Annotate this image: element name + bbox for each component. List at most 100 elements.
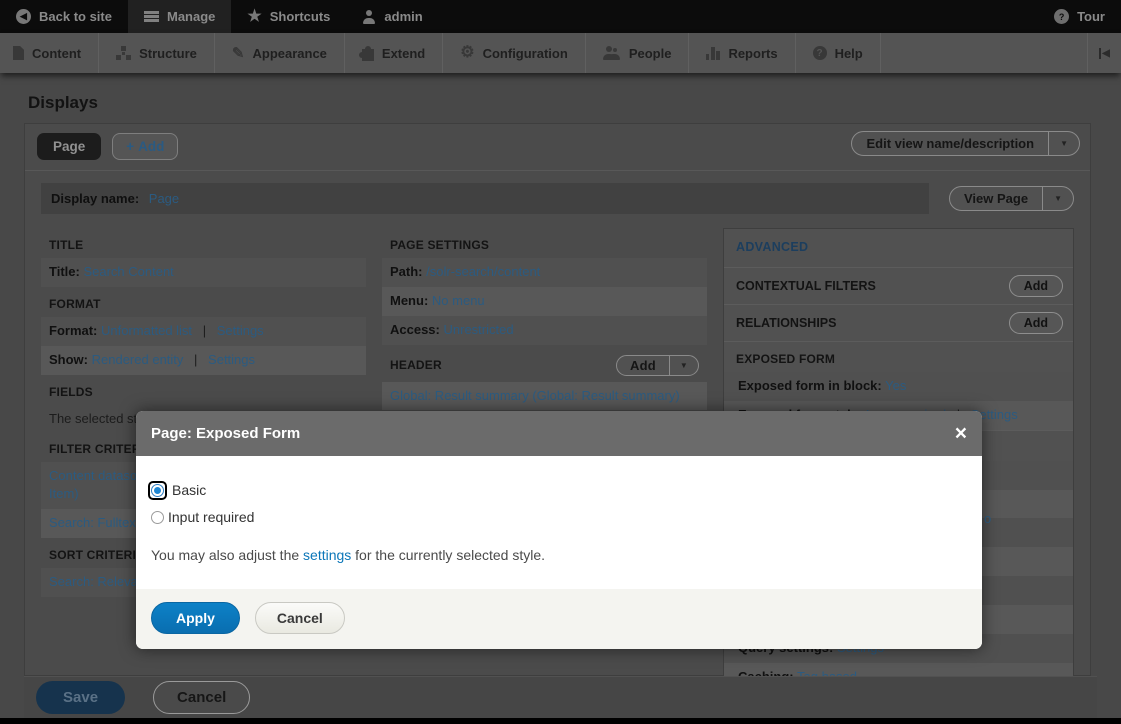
settings-link[interactable]: settings (303, 547, 351, 563)
back-to-site-button[interactable]: ◀ Back to site (0, 0, 128, 33)
show-row: Show: Rendered entity | Settings (41, 346, 366, 375)
menu-item-extend[interactable]: Extend (345, 33, 443, 73)
section-fields: FIELDS (41, 375, 366, 405)
separator: | (187, 352, 204, 367)
access-row: Access: Unrestricted (382, 316, 707, 345)
radio-label-basic[interactable]: Basic (172, 482, 206, 498)
menu-row: Menu: No menu (382, 287, 707, 316)
section-title: TITLE (41, 228, 366, 258)
dialog-note: You may also adjust the settings for the… (151, 547, 967, 563)
display-tabs-row: Page + Add Edit view name/description ▼ (25, 124, 1090, 171)
menu-item-reports[interactable]: Reports (689, 33, 795, 73)
admin-label: admin (384, 9, 422, 24)
tray-spacer (881, 33, 1087, 73)
menu-label: Menu: (390, 293, 428, 308)
advanced-toggle[interactable]: ADVANCED (724, 229, 1073, 267)
title-link[interactable]: Search Content (83, 264, 173, 279)
menu-item-content[interactable]: Content (0, 33, 99, 73)
obscured-link-fragment[interactable]: o (984, 511, 991, 526)
show-label: Show: (49, 352, 88, 367)
sitemap-icon (116, 46, 131, 60)
menu-label-content: Content (32, 46, 81, 61)
dialog-titlebar[interactable]: Page: Exposed Form × (136, 411, 982, 456)
display-name-link[interactable]: Page (149, 191, 179, 206)
format-label: Format: (49, 323, 97, 338)
dialog-title: Page: Exposed Form (151, 425, 300, 442)
section-exposed-form: EXPOSED FORM (724, 341, 1073, 372)
view-page-button[interactable]: View Page ▼ (949, 186, 1074, 211)
menu-item-configuration[interactable]: ⚙ Configuration (443, 33, 586, 73)
separator: | (196, 323, 213, 338)
display-name-row: Display name: Page View Page ▼ (41, 183, 1074, 214)
view-page-label: View Page (950, 187, 1042, 210)
menu-item-structure[interactable]: Structure (99, 33, 215, 73)
exposed-form-block-row: Exposed form in block: Yes (724, 372, 1073, 401)
close-icon[interactable]: × (955, 423, 967, 444)
admin-toolbar: ◀ Back to site Manage ★ Shortcuts admin … (0, 0, 1121, 33)
path-link[interactable]: /solr-search/content (426, 264, 540, 279)
radio-selected-icon[interactable] (151, 484, 164, 497)
global-result-summary-link[interactable]: Global: Result summary (Global: Result s… (390, 388, 680, 403)
format-settings-link[interactable]: Settings (217, 323, 264, 338)
access-label: Access: (390, 322, 440, 337)
title-label: Title: (49, 264, 80, 279)
wrench-icon: ⚙ (460, 45, 474, 61)
relationships-add-button[interactable]: Add (1009, 312, 1063, 334)
header-add-label: Add (617, 356, 669, 375)
radio-unselected-icon[interactable] (151, 511, 164, 524)
paintbrush-icon: ✎ (232, 46, 245, 61)
tour-button[interactable]: ? Tour (1038, 0, 1121, 33)
view-page-dropdown[interactable]: ▼ (1042, 187, 1073, 210)
cancel-button[interactable]: Cancel (153, 681, 250, 714)
show-link[interactable]: Rendered entity (92, 352, 184, 367)
manage-menu-button[interactable]: Manage (128, 0, 231, 33)
add-display-label: Add (138, 139, 164, 154)
people-icon (603, 46, 621, 60)
page-title: Displays (28, 93, 1121, 113)
contextual-filters-add-button[interactable]: Add (1009, 275, 1063, 297)
toolbar-orientation-toggle[interactable]: ◀ (1087, 33, 1121, 73)
chevron-down-icon: ▼ (1060, 139, 1068, 148)
format-link[interactable]: Unformatted list (101, 323, 192, 338)
dialog-cancel-button[interactable]: Cancel (255, 602, 345, 634)
shortcuts-label: Shortcuts (270, 9, 331, 24)
show-settings-link[interactable]: Settings (208, 352, 255, 367)
add-display-button[interactable]: + Add (112, 133, 178, 160)
manage-label: Manage (167, 9, 215, 24)
radio-option-basic[interactable]: Basic (151, 482, 967, 498)
tab-page-display[interactable]: Page (37, 133, 101, 160)
menu-label-people: People (629, 46, 672, 61)
question-mark-icon: ? (1054, 9, 1069, 24)
exposed-form-dialog: Page: Exposed Form × Basic Input require… (136, 411, 982, 649)
menu-item-help[interactable]: ? Help (796, 33, 881, 73)
edit-view-dropdown[interactable]: ▼ (1048, 132, 1079, 155)
edit-view-name-button[interactable]: Edit view name/description ▼ (851, 131, 1080, 156)
header-global-row: Global: Result summary (Global: Result s… (382, 382, 707, 411)
menu-item-appearance[interactable]: ✎ Appearance (215, 33, 345, 73)
help-icon: ? (813, 46, 827, 60)
radio-label-input-required[interactable]: Input required (168, 509, 254, 525)
access-link[interactable]: Unrestricted (444, 322, 514, 337)
radio-option-input-required[interactable]: Input required (151, 509, 967, 525)
chevron-down-icon: ▼ (680, 361, 688, 370)
path-label: Path: (390, 264, 423, 279)
display-name-label: Display name: (51, 191, 139, 206)
menu-label-reports: Reports (728, 46, 777, 61)
menu-link[interactable]: No menu (432, 293, 485, 308)
exposed-form-block-link[interactable]: Yes (885, 378, 906, 393)
user-icon (362, 10, 376, 24)
apply-button[interactable]: Apply (151, 602, 240, 634)
save-button[interactable]: Save (36, 681, 125, 714)
menu-item-people[interactable]: People (586, 33, 690, 73)
plus-icon: + (126, 139, 134, 154)
admin-user-button[interactable]: admin (346, 0, 438, 33)
menu-label-help: Help (835, 46, 863, 61)
section-format: FORMAT (41, 287, 366, 317)
focus-ring (148, 481, 167, 500)
header-add-dropdown[interactable]: ▼ (669, 356, 698, 375)
header-add-button[interactable]: Add ▼ (616, 355, 699, 376)
shortcuts-button[interactable]: ★ Shortcuts (231, 0, 346, 33)
dialog-buttonpane: Apply Cancel (136, 589, 982, 649)
menu-label-extend: Extend (382, 46, 425, 61)
star-icon: ★ (247, 9, 261, 25)
